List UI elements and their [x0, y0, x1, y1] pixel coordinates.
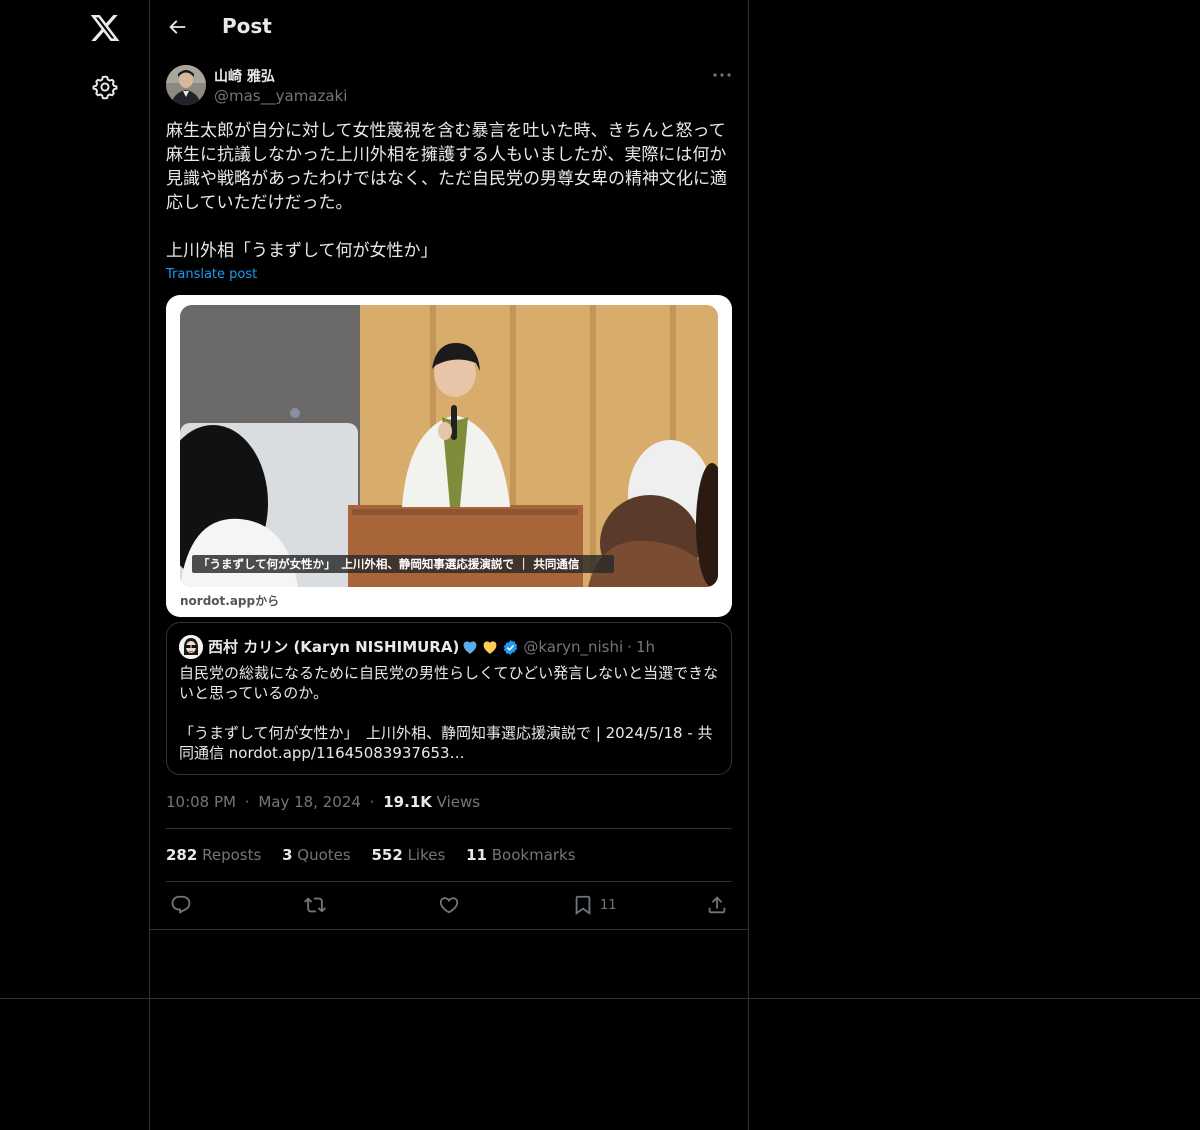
quotes-stat[interactable]: 3 Quotes	[282, 846, 351, 864]
quote-time: 1h	[635, 638, 656, 656]
quoted-post[interactable]: 西村 カリン (Karyn NISHIMURA) @karyn_nishi · …	[166, 622, 732, 775]
card-image[interactable]: 「うまずして何が女性か」 上川外相、静岡知事選応援演説で ｜ 共同通信	[180, 305, 718, 587]
post-detail-column: Post 山崎 雅弘 @mas__yamazaki 麻生太郎が自分に対して女性蔑…	[150, 0, 749, 1130]
x-logo-icon[interactable]	[89, 12, 121, 44]
like-icon	[439, 897, 459, 914]
quote-author-name: 西村 カリン (Karyn NISHIMURA)	[208, 638, 460, 656]
post-time: 10:08 PM	[166, 793, 236, 811]
author-avatar[interactable]	[166, 65, 206, 105]
reply-icon	[171, 895, 191, 914]
heart-blue-icon	[463, 641, 477, 654]
bookmarks-stat[interactable]: 11 Bookmarks	[466, 846, 575, 864]
translate-post-link[interactable]: Translate post	[166, 267, 257, 282]
repost-icon	[304, 897, 326, 913]
gear-icon[interactable]	[92, 74, 118, 100]
author-handle[interactable]: @mas__yamazaki	[214, 87, 347, 105]
divider	[166, 881, 732, 882]
bookmark-button[interactable]: 11	[572, 893, 617, 917]
quote-header: 西村 カリン (Karyn NISHIMURA) @karyn_nishi · …	[208, 637, 655, 657]
likes-stat[interactable]: 552 Likes	[371, 846, 445, 864]
divider	[150, 929, 748, 930]
like-button[interactable]	[438, 893, 460, 917]
views-count: 19.1K	[383, 793, 432, 811]
left-rail	[0, 0, 150, 1130]
quote-author-handle: @karyn_nishi	[523, 638, 624, 656]
post-meta: 10:08 PM · May 18, 2024 · 19.1K Views	[166, 793, 480, 811]
header: Post	[150, 0, 748, 54]
bookmark-icon	[575, 895, 591, 916]
views-label: Views	[436, 793, 481, 811]
repost-button[interactable]	[304, 893, 326, 917]
meta-dot: ·	[244, 793, 250, 811]
post-text: 麻生太郎が自分に対して女性蔑視を含む暴言を吐いた時、きちんと怒って 麻生に抗議し…	[166, 121, 727, 261]
more-icon[interactable]	[710, 66, 734, 84]
reposts-stat[interactable]: 282 Reposts	[166, 846, 261, 864]
share-button[interactable]	[706, 893, 728, 917]
post-stats: 282 Reposts 3 Quotes 552 Likes 11 Bookma…	[166, 846, 592, 864]
verified-badge-icon	[504, 639, 518, 655]
quote-avatar[interactable]	[179, 635, 203, 659]
heart-yellow-icon	[483, 641, 497, 654]
card-caption: 「うまずして何が女性か」 上川外相、静岡知事選応援演説で ｜ 共同通信	[192, 555, 614, 573]
back-arrow-icon[interactable]	[166, 16, 188, 38]
divider	[0, 998, 1200, 999]
divider	[166, 828, 732, 829]
share-icon	[708, 896, 726, 914]
quote-text: 自民党の総裁になるために自民党の男性らしくてひどい発言しないと当選できな いと思…	[179, 664, 719, 762]
page-title: Post	[222, 14, 272, 38]
reply-button[interactable]	[170, 893, 192, 917]
link-card[interactable]: 「うまずして何が女性か」 上川外相、静岡知事選応援演説で ｜ 共同通信 nord…	[166, 295, 732, 617]
post-date[interactable]: May 18, 2024	[258, 793, 361, 811]
quote-separator: ·	[627, 638, 632, 656]
bookmark-count: 11	[600, 897, 617, 913]
card-domain: nordot.appから	[180, 594, 280, 608]
author-name[interactable]: 山崎 雅弘	[214, 66, 275, 86]
meta-dot: ·	[369, 793, 375, 811]
